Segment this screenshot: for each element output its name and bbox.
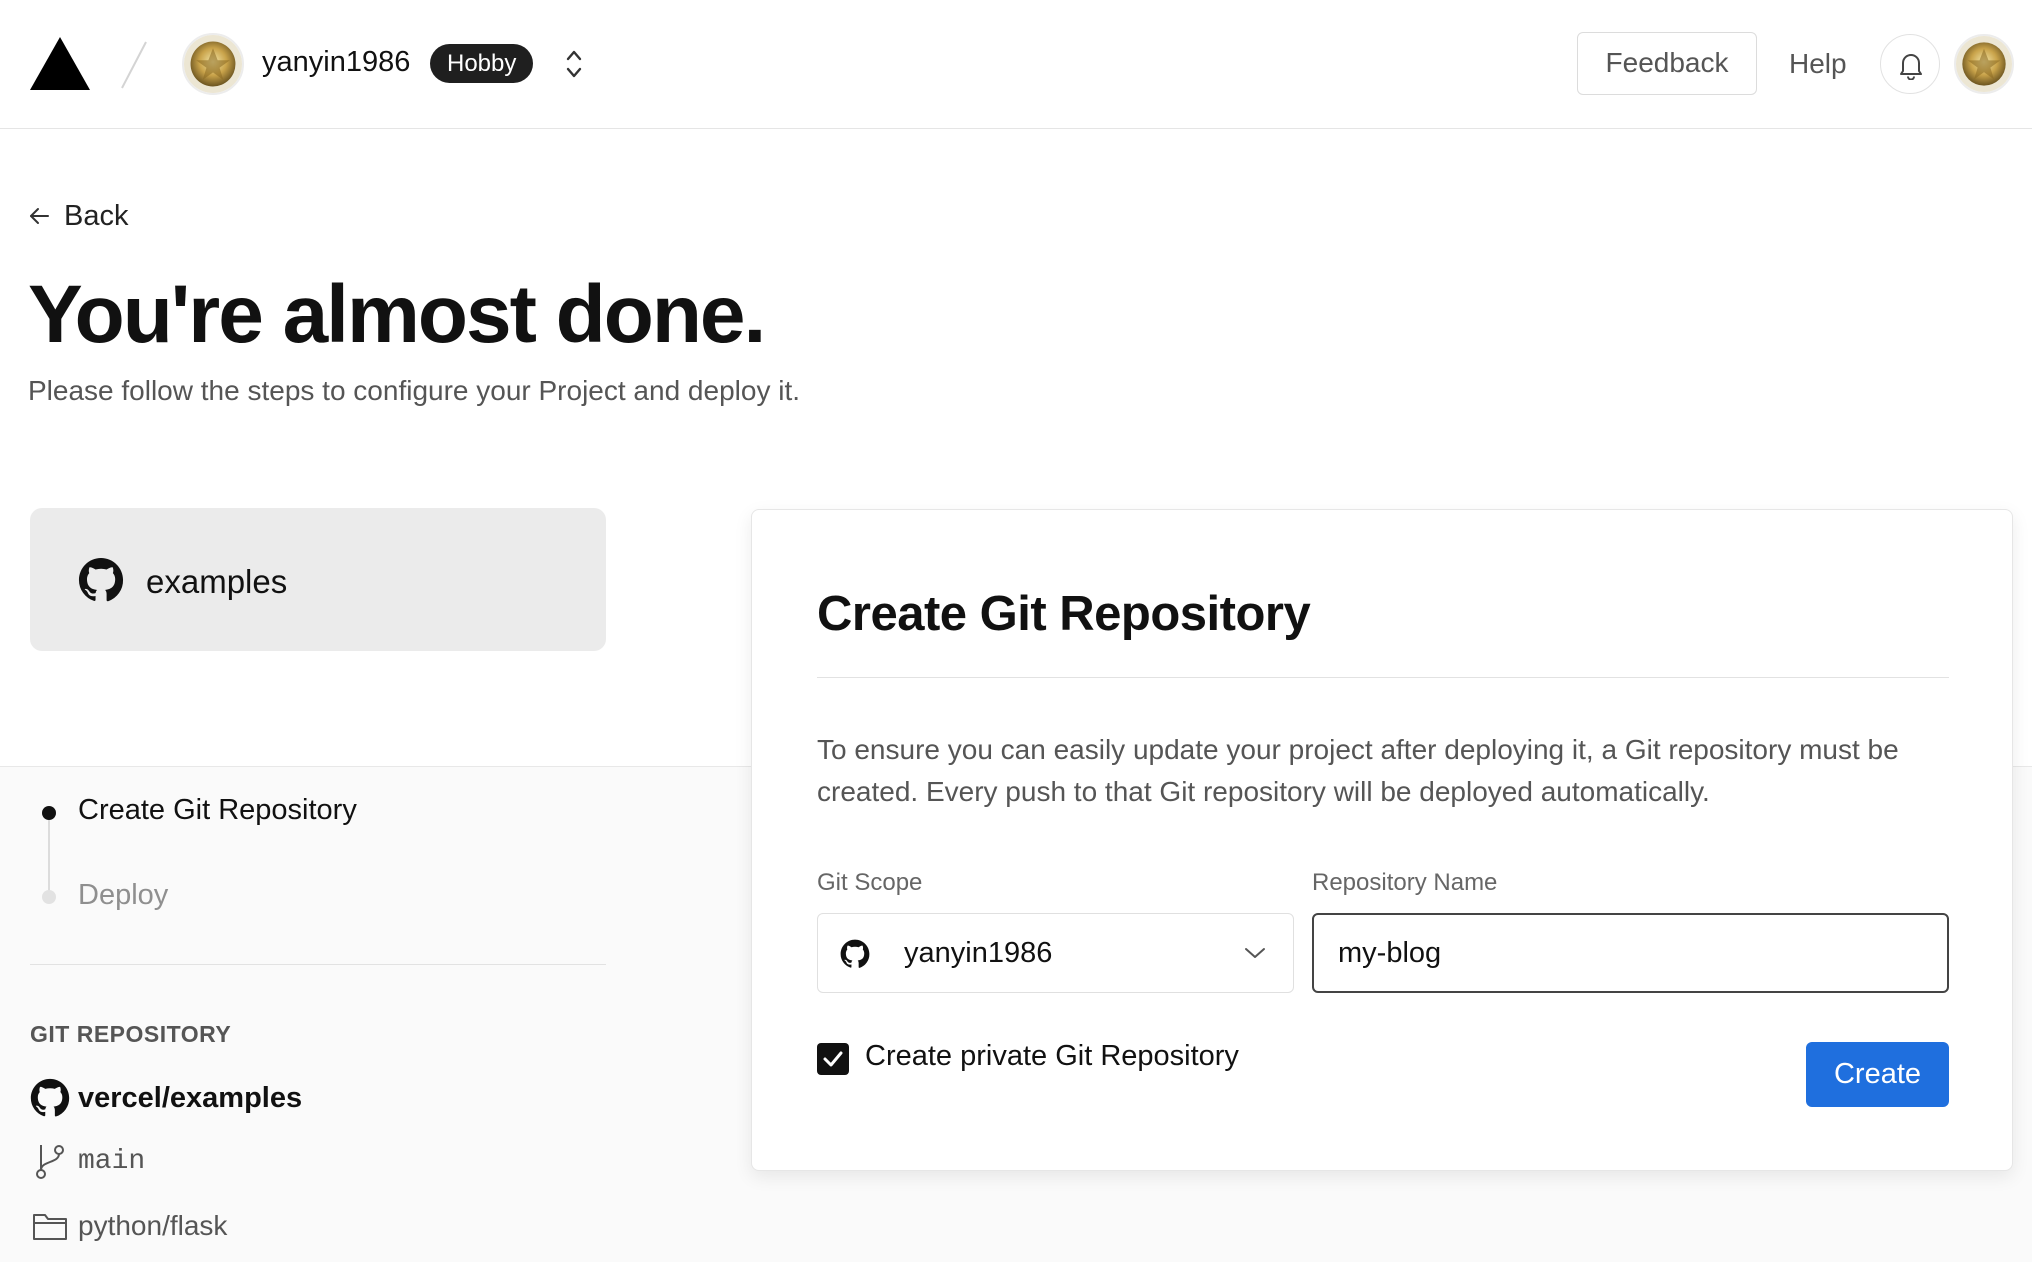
folder-icon — [33, 1214, 67, 1240]
directory-path: python/flask — [78, 1210, 228, 1241]
step-indicator-active — [42, 806, 56, 820]
step-indicator-inactive — [42, 890, 56, 904]
create-button[interactable]: Create — [1806, 1042, 1949, 1107]
sidebar-divider — [30, 964, 606, 965]
back-label: Back — [64, 199, 129, 232]
feedback-button[interactable]: Feedback — [1577, 32, 1757, 95]
git-scope-value: yanyin1986 — [904, 937, 1053, 969]
back-link[interactable]: Back — [28, 198, 128, 234]
repository-name-label: Repository Name — [1312, 869, 1498, 896]
repository-name-input[interactable] — [1312, 913, 1949, 993]
repo-name: vercel/examples — [78, 1081, 303, 1114]
create-git-repository-panel: Create Git Repository To ensure you can … — [751, 509, 2013, 1171]
chevron-down-icon — [1245, 948, 1265, 958]
user-avatar[interactable] — [1954, 34, 2014, 94]
arrow-left-icon — [30, 208, 49, 224]
team-avatar[interactable] — [182, 33, 244, 95]
notifications-button[interactable] — [1880, 34, 1940, 94]
github-icon — [78, 557, 124, 602]
step-deploy: Deploy — [78, 879, 169, 911]
chevron-up-down-icon[interactable] — [560, 46, 588, 82]
git-scope-label: Git Scope — [817, 869, 923, 896]
help-link[interactable]: Help — [1789, 48, 1847, 80]
step-connector — [48, 820, 50, 892]
page-subtitle: Please follow the steps to configure you… — [28, 375, 800, 406]
branch-name: main — [78, 1145, 146, 1177]
vercel-logo-icon[interactable] — [30, 37, 90, 90]
git-branch-icon — [36, 1145, 64, 1179]
branch-row: main — [30, 1141, 145, 1181]
top-navbar: yanyin1986 Hobby Feedback Help — [0, 0, 2032, 129]
panel-title: Create Git Repository — [817, 587, 1311, 641]
checkmark-icon — [823, 1051, 843, 1067]
template-card: examples — [30, 508, 606, 651]
private-repo-checkbox[interactable] — [817, 1043, 849, 1075]
template-name: examples — [146, 563, 288, 600]
team-name[interactable]: yanyin1986 — [262, 46, 410, 79]
panel-divider — [817, 677, 1949, 678]
directory-row: python/flask — [30, 1206, 227, 1246]
git-scope-select[interactable]: yanyin1986 — [817, 913, 1294, 993]
git-repository-heading: GIT REPOSITORY — [30, 1021, 232, 1047]
page-title: You're almost done. — [28, 269, 766, 360]
step-create-git-repository: Create Git Repository — [78, 794, 357, 826]
github-icon — [840, 939, 870, 968]
plan-badge: Hobby — [430, 44, 534, 83]
github-icon — [30, 1078, 70, 1117]
bell-icon — [1900, 54, 1922, 80]
breadcrumb-separator-icon — [121, 41, 147, 89]
panel-description: To ensure you can easily update your pro… — [817, 734, 1899, 807]
repo-link[interactable]: vercel/examples — [30, 1078, 302, 1118]
private-repo-label[interactable]: Create private Git Repository — [865, 1040, 1239, 1073]
